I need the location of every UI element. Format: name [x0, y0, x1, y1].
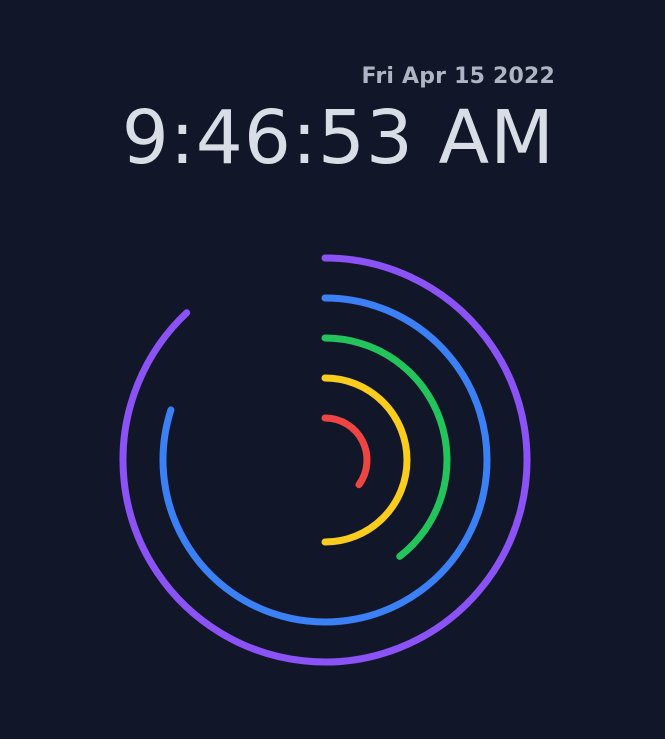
ring-year [119, 254, 531, 666]
ring-second [321, 414, 371, 489]
ring-hour [321, 334, 451, 560]
progress-rings [119, 254, 531, 666]
clock-screen: Fri Apr 15 2022 9:46:53 AM [0, 0, 665, 739]
ring-day [159, 294, 491, 626]
